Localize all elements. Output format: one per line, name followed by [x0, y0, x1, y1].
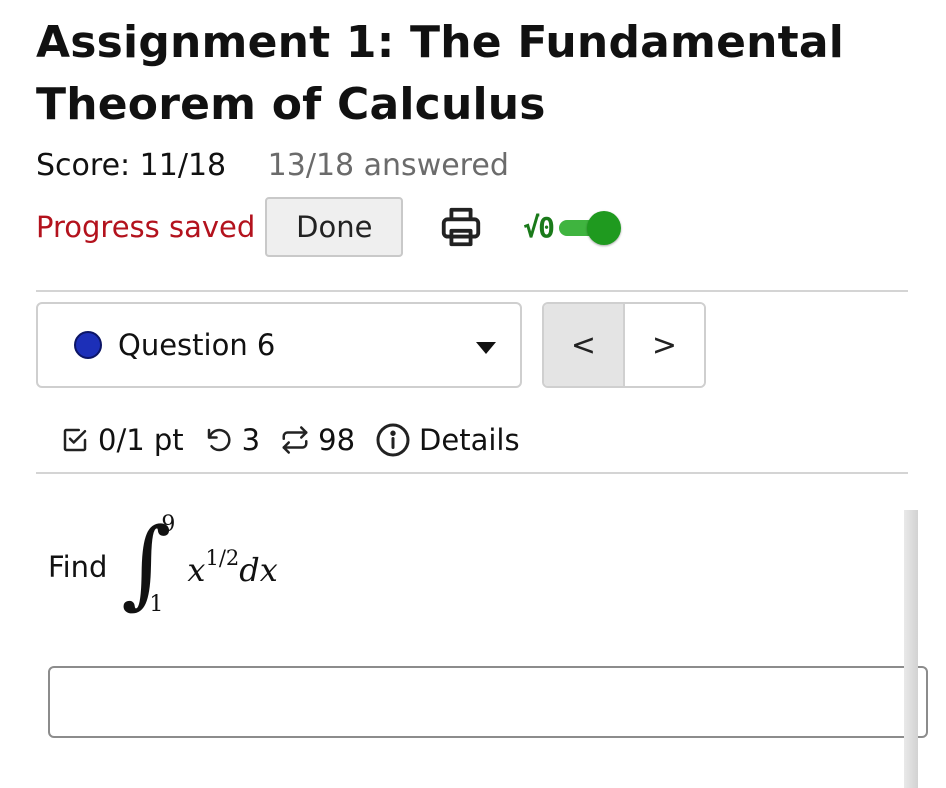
question-select[interactable]: Question 6: [36, 302, 522, 388]
checkbox-icon: [60, 425, 90, 455]
divider: [36, 472, 908, 474]
question-meta-row: 0/1 pt 3 98 Details: [60, 416, 520, 464]
toggle-knob: [587, 211, 621, 245]
score-row: Score: 11/18 13/18 answered: [36, 146, 509, 186]
versions-count: 98: [318, 423, 356, 457]
differential: dx: [239, 550, 278, 589]
question-nav-group: < >: [542, 302, 706, 388]
previous-question-button[interactable]: <: [544, 304, 625, 386]
progress-saved-text: Progress saved: [36, 210, 256, 244]
details-link[interactable]: Details: [419, 423, 520, 457]
toggle-switch[interactable]: [559, 211, 621, 245]
status-row: Progress saved Done √0: [36, 196, 621, 258]
integrand-exponent: 1/2: [205, 545, 240, 570]
repeat-icon: [280, 425, 310, 455]
points-text: 0/1 pt: [98, 423, 184, 457]
undo-icon: [204, 425, 234, 455]
lower-limit: 1: [149, 592, 164, 617]
answer-input[interactable]: [48, 666, 928, 738]
printer-icon[interactable]: [437, 203, 485, 251]
divider: [36, 290, 908, 292]
caret-down-icon: [476, 342, 496, 354]
math-display-toggle[interactable]: √0: [523, 210, 621, 245]
question-prompt-word: Find: [48, 550, 108, 584]
answered-count: 13/18 answered: [267, 148, 509, 183]
question-prompt: Find ∫ 9 1 x1/2dx: [48, 508, 278, 622]
integrand-base: x: [187, 550, 206, 589]
question-status-dot: [74, 331, 102, 359]
done-button[interactable]: Done: [265, 197, 404, 257]
attempts-count: 3: [241, 423, 261, 457]
sqrt-icon: √0: [523, 210, 555, 244]
question-select-label: Question 6: [118, 328, 276, 362]
next-question-button[interactable]: >: [625, 304, 704, 386]
integral-expression: ∫ 9 1: [121, 508, 181, 622]
scrollbar[interactable]: [904, 510, 918, 788]
page-title: Assignment 1: The Fundamental Theorem of…: [36, 17, 845, 130]
score-text: Score: 11/18: [36, 148, 227, 183]
info-icon[interactable]: [375, 422, 411, 458]
upper-limit: 9: [161, 512, 176, 537]
integrand: x1/2dx: [187, 546, 277, 589]
